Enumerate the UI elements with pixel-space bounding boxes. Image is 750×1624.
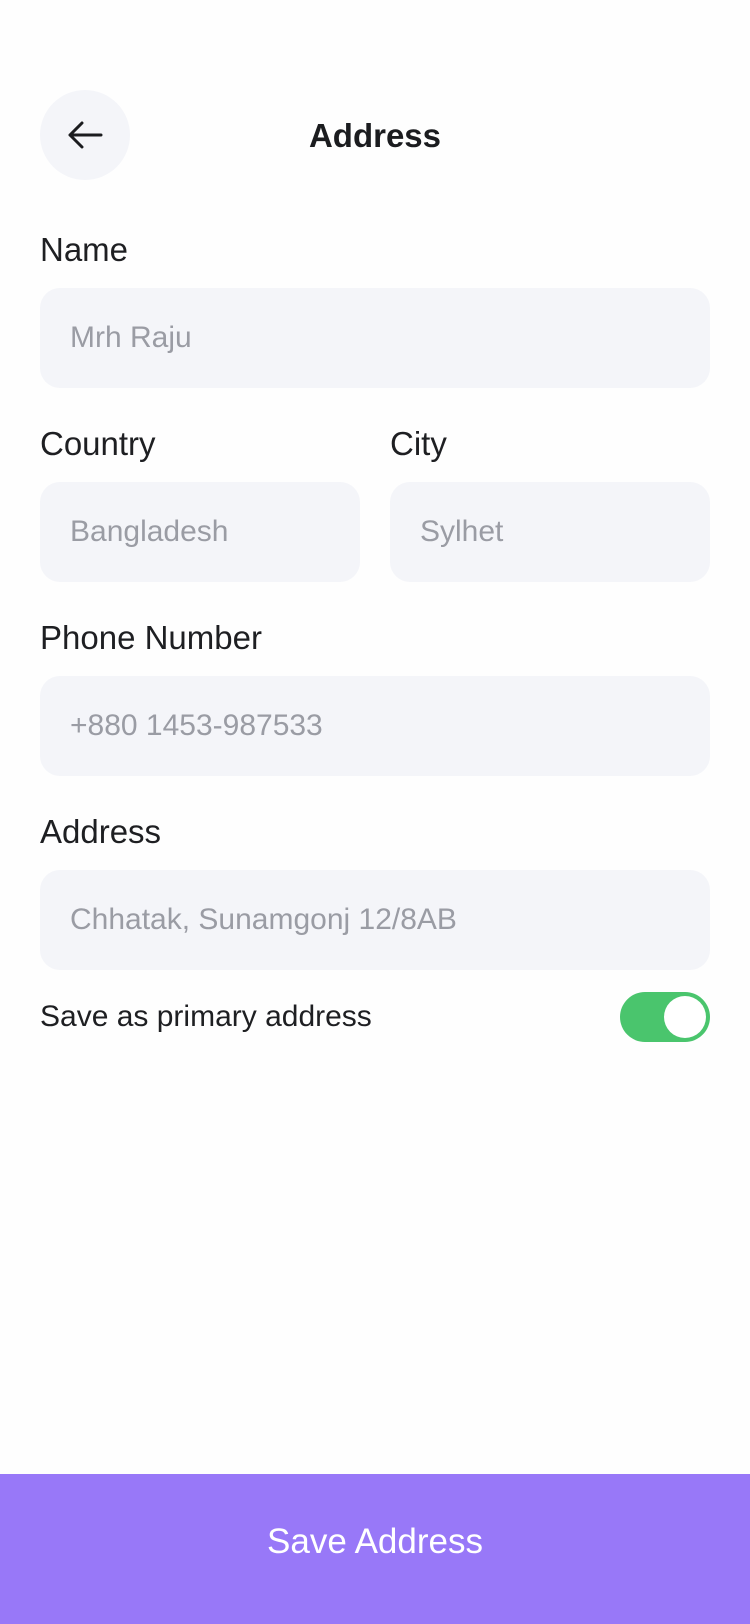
address-field[interactable]: Chhatak, Sunamgonj 12/8AB <box>40 870 710 970</box>
page-title: Address <box>308 117 442 154</box>
primary-address-toggle[interactable] <box>620 992 710 1042</box>
country-field[interactable]: Bangladesh <box>40 482 360 582</box>
save-address-button[interactable]: Save Address <box>0 1474 750 1624</box>
country-city-row: Country Bangladesh City Sylhet <box>40 420 710 582</box>
address-form: Name Mrh Raju Country Bangladesh City Sy… <box>40 226 710 1002</box>
header: Address <box>0 0 750 180</box>
name-group: Name Mrh Raju <box>40 226 710 388</box>
phone-group: Phone Number +880 1453-987533 <box>40 614 710 776</box>
country-group: Country Bangladesh <box>40 420 360 582</box>
phone-label: Phone Number <box>40 619 262 656</box>
name-field[interactable]: Mrh Raju <box>40 288 710 388</box>
city-label: City <box>390 425 447 462</box>
primary-address-row: Save as primary address <box>40 992 710 1042</box>
address-group: Address Chhatak, Sunamgonj 12/8AB <box>40 808 710 970</box>
city-group: City Sylhet <box>390 420 710 582</box>
city-field[interactable]: Sylhet <box>390 482 710 582</box>
address-label: Address <box>40 813 162 850</box>
primary-address-label: Save as primary address <box>40 1000 372 1033</box>
phone-field[interactable]: +880 1453-987533 <box>40 676 710 776</box>
name-label: Name <box>40 231 129 268</box>
toggle-knob <box>664 996 706 1038</box>
country-label: Country <box>40 425 156 462</box>
